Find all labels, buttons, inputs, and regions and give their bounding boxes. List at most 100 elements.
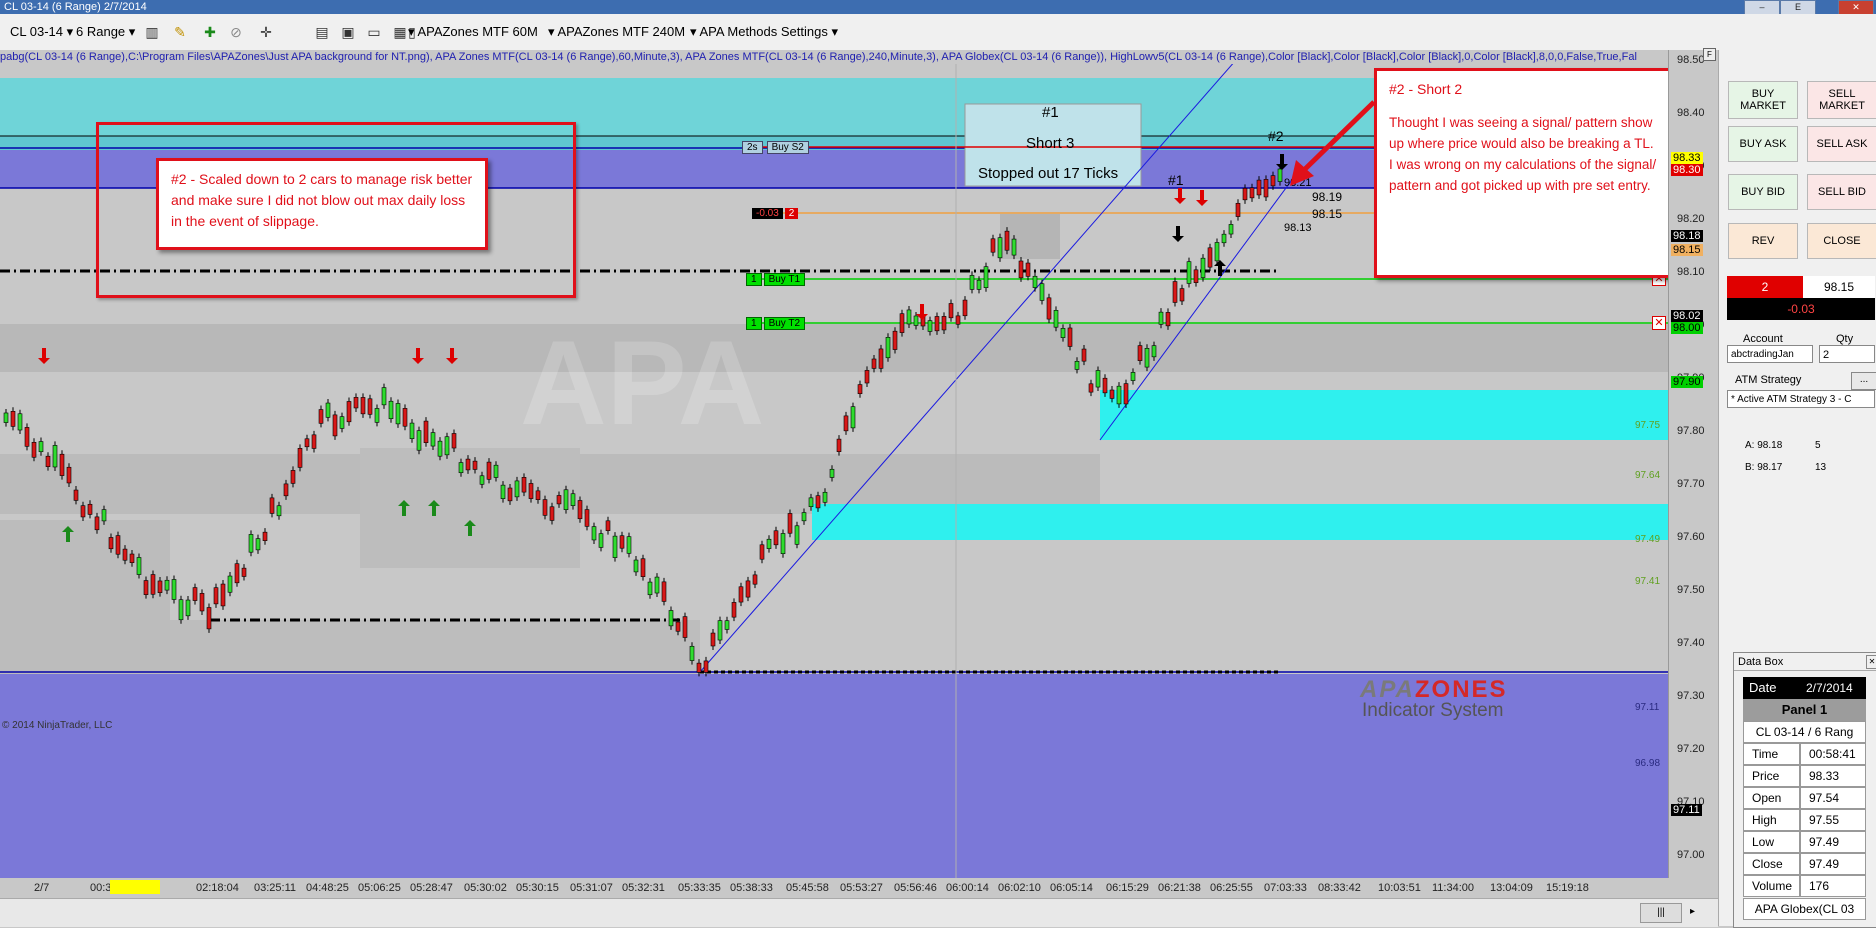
- data-value: 98.33: [1800, 765, 1866, 787]
- zoom-out-icon[interactable]: ⊘: [226, 22, 246, 42]
- buy-ask-button[interactable]: BUY ASK: [1728, 126, 1798, 162]
- properties-icon[interactable]: ▤: [312, 22, 332, 42]
- qty-input[interactable]: 2: [1819, 345, 1875, 363]
- logo-subtitle: Indicator System: [1362, 700, 1504, 721]
- pencil-draw-icon[interactable]: ✎: [170, 22, 190, 42]
- candle-body: [206, 607, 212, 630]
- candle-body: [199, 593, 205, 612]
- menu-apazones-mtf-240m[interactable]: ▾ APAZones MTF 240M: [548, 24, 685, 40]
- instrument-label: CL 03-14: [10, 24, 63, 39]
- arrow-up-icon: [1214, 260, 1226, 276]
- position-pnl[interactable]: -0.03 2: [752, 208, 799, 219]
- order-qty: 1: [746, 317, 762, 330]
- time-axis-label: 05:28:47: [410, 882, 453, 894]
- atm-value: * Active ATM Strategy 3 - C: [1731, 394, 1852, 405]
- scroll-right-icon[interactable]: ▸: [1690, 903, 1702, 921]
- order-label: Buy T2: [763, 317, 806, 330]
- price-axis-label: 97.20: [1677, 743, 1705, 755]
- candle-body: [1193, 269, 1199, 283]
- sell-bid-button[interactable]: SELL BID: [1807, 174, 1876, 210]
- data-instrument: CL 03-14 / 6 Rang: [1743, 721, 1866, 743]
- candle-body: [1060, 328, 1066, 338]
- cancel-order-t2-icon[interactable]: ✕: [1652, 316, 1666, 330]
- time-axis-label: 06:15:29: [1106, 882, 1149, 894]
- atm-more-button[interactable]: ...: [1851, 372, 1876, 390]
- restore-button[interactable]: E: [1780, 0, 1816, 15]
- menu-apa-methods-settings[interactable]: ▾ APA Methods Settings ▾: [690, 24, 838, 40]
- price-axis-label: 97.40: [1677, 637, 1705, 649]
- annotation-scaled-down: #2 - Scaled down to 2 cars to manage ris…: [156, 158, 488, 250]
- zoom-in-icon[interactable]: ✚: [200, 22, 220, 42]
- order-buy-t1[interactable]: 1 Buy T1: [746, 273, 806, 286]
- menu-apazones-mtf-60m[interactable]: ▾ APAZones MTF 60M: [408, 24, 538, 40]
- candle-body: [1095, 370, 1101, 388]
- print-icon[interactable]: ▭: [364, 22, 384, 42]
- crosshair-icon[interactable]: ✛: [256, 22, 276, 42]
- candle-body: [570, 493, 576, 506]
- axis-menu-icon[interactable]: F: [1703, 48, 1716, 61]
- candle-body: [668, 610, 674, 627]
- data-value: 97.55: [1800, 809, 1866, 831]
- candle-body: [451, 433, 457, 449]
- candle-body: [129, 553, 135, 563]
- candle-body: [1025, 262, 1031, 277]
- candle-body: [661, 581, 667, 602]
- price-axis-label: 97.30: [1677, 690, 1705, 702]
- time-axis-label: 05:06:25: [358, 882, 401, 894]
- horizontal-scrollbar[interactable]: ||| ▸: [0, 898, 1718, 927]
- candle-body: [31, 441, 37, 458]
- data-box-icon[interactable]: ▣: [338, 22, 358, 42]
- candle-body: [1165, 312, 1171, 327]
- candle-body: [430, 432, 436, 447]
- time-axis-label: 02:18:04: [196, 882, 239, 894]
- price-chart[interactable]: APA 2s Buy S2 -0.03 2 1 Buy T1 1 Buy T2 ✕ ✕ …: [0, 64, 1668, 878]
- chart-toolbar: CL 03-14 ▾ 6 Range ▾ ▥ ✎ ✚ ⊘ ✛ ▤ ▣ ▭ ▦ ▯…: [0, 14, 1876, 51]
- close-icon[interactable]: ✕: [1866, 655, 1876, 669]
- order-buy-s2[interactable]: 2s Buy S2: [742, 141, 809, 154]
- scroll-thumb[interactable]: |||: [1640, 903, 1682, 923]
- candle-body: [38, 441, 44, 453]
- candle-body: [780, 533, 786, 555]
- interval-select[interactable]: 6 Range ▾: [76, 24, 135, 40]
- price-tag: 98.30: [1671, 164, 1703, 176]
- chevron-down-icon: ▾: [408, 24, 415, 39]
- candle-body: [269, 497, 275, 514]
- data-key: High: [1743, 809, 1800, 831]
- sell-market-button[interactable]: SELL MARKET: [1807, 81, 1876, 119]
- buy-market-button[interactable]: BUY MARKET: [1728, 81, 1798, 119]
- close-window-button[interactable]: ✕: [1838, 0, 1874, 15]
- candle-body: [535, 490, 541, 500]
- candle-body: [969, 275, 975, 290]
- account-select[interactable]: abctradingJan: [1727, 345, 1813, 363]
- order-buy-t2[interactable]: 1 Buy T2: [746, 317, 806, 330]
- atm-strategy-select[interactable]: * Active ATM Strategy 3 - C: [1727, 390, 1875, 408]
- data-box-row: Open 97.54: [1743, 787, 1866, 809]
- candle-body: [1270, 175, 1276, 187]
- time-axis-label: 2/7: [34, 882, 50, 894]
- time-axis[interactable]: 2/700:325:4702:18:0403:25:1104:48:2505:0…: [0, 878, 1668, 898]
- buy-bid-button[interactable]: BUY BID: [1728, 174, 1798, 210]
- candle-body: [899, 313, 905, 333]
- candle-body: [1186, 261, 1192, 284]
- price-axis[interactable]: 98.50 98.40 98.30 98.20 98.10 98.00 97.90 97.80…: [1635, 48, 1719, 878]
- candle-body: [3, 412, 9, 423]
- candle-body: [990, 238, 996, 253]
- reverse-button[interactable]: REV: [1728, 223, 1798, 259]
- order-qty: 1: [746, 273, 762, 286]
- time-axis-label: 06:25:55: [1210, 882, 1253, 894]
- candle-body: [640, 558, 646, 577]
- instrument-select[interactable]: CL 03-14 ▾: [10, 24, 73, 40]
- sell-ask-button[interactable]: SELL ASK: [1807, 126, 1876, 162]
- candle-body: [101, 509, 107, 522]
- minimize-button[interactable]: ‒: [1744, 0, 1780, 15]
- candle-body: [150, 574, 156, 595]
- candle-body: [1102, 377, 1108, 394]
- bar-chart-icon[interactable]: ▥: [142, 22, 162, 42]
- time-axis-label: 13:04:09: [1490, 882, 1533, 894]
- candle-body: [654, 576, 660, 594]
- candle-body: [122, 548, 128, 561]
- close-position-button[interactable]: CLOSE: [1807, 223, 1876, 259]
- price-tag: 98.00: [1671, 322, 1703, 334]
- cyan-zone-97.75: [1100, 390, 1668, 440]
- candle-body: [857, 384, 863, 395]
